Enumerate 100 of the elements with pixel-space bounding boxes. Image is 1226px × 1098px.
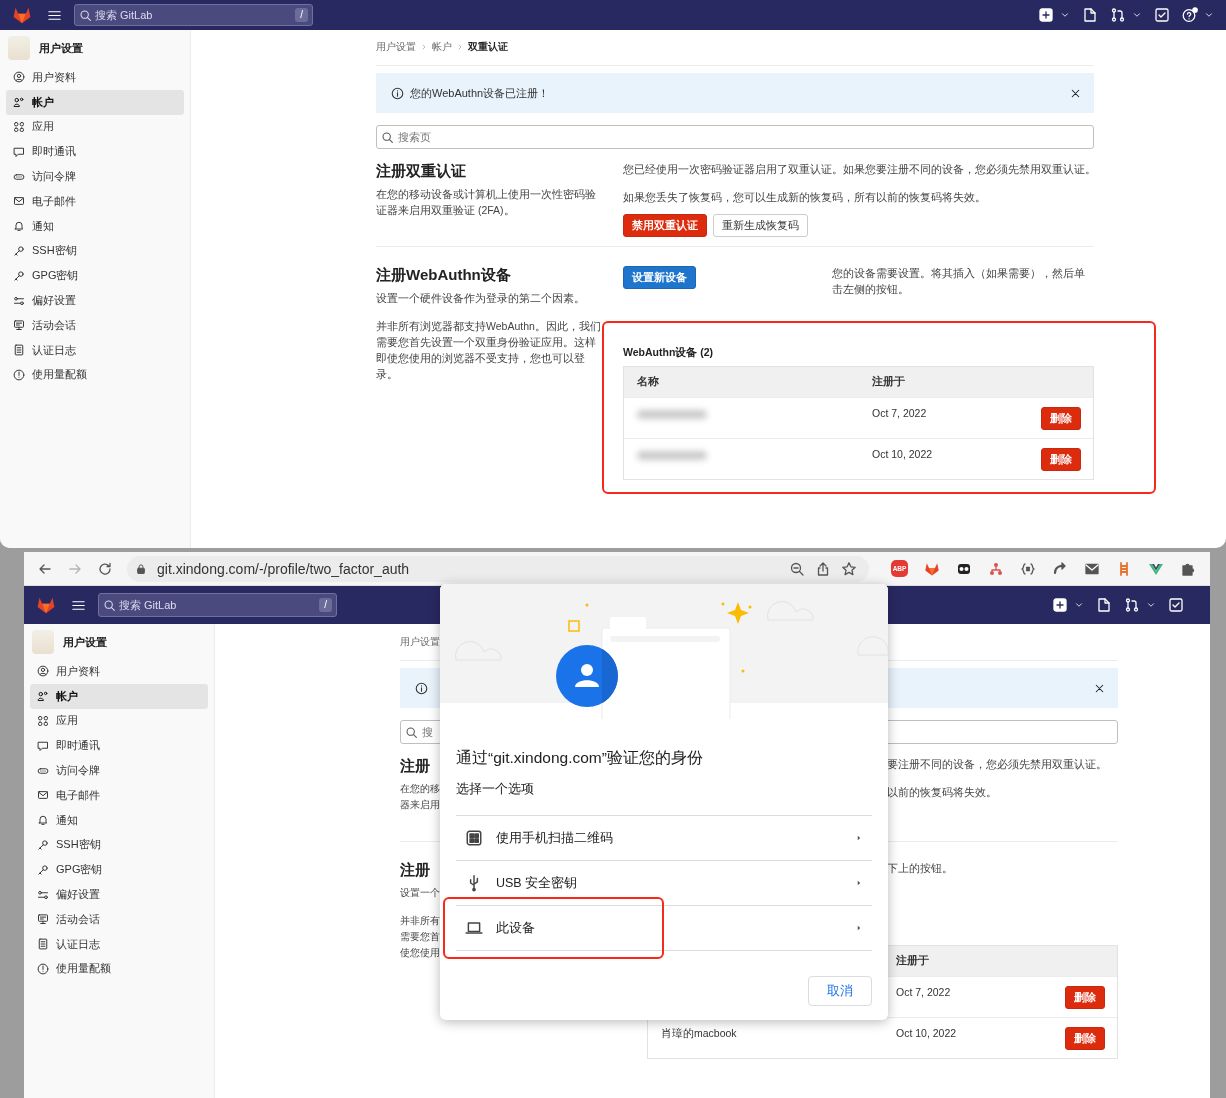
sidebar-item[interactable]: 使用量配额 bbox=[30, 956, 208, 982]
sidebar-item[interactable]: 活动会话 bbox=[30, 906, 208, 932]
setup-device-button[interactable]: 设置新设备 bbox=[623, 266, 696, 289]
laptop-icon bbox=[465, 919, 483, 937]
key-icon bbox=[37, 863, 49, 876]
sidebar-item[interactable]: 帐户 bbox=[6, 89, 184, 115]
sidebar-item[interactable]: 偏好设置 bbox=[30, 882, 208, 907]
disable-button[interactable]: 禁用双重认证 bbox=[623, 214, 707, 237]
option-item[interactable]: 此设备 bbox=[456, 906, 872, 951]
search-icon bbox=[79, 8, 92, 22]
fox-logo[interactable] bbox=[36, 595, 56, 615]
breadcrumb-link[interactable]: 双重认证 bbox=[468, 40, 508, 54]
sidebar-item[interactable]: 通知 bbox=[30, 807, 208, 833]
delete-button[interactable]: 删除 bbox=[1065, 1027, 1105, 1050]
sidebar-item[interactable]: 电子邮件 bbox=[6, 189, 184, 214]
sidebar-item[interactable]: 访问令牌 bbox=[30, 758, 208, 783]
option-item[interactable]: 使用手机扫描二维码 bbox=[456, 816, 872, 861]
log-icon bbox=[37, 938, 49, 951]
info-icon bbox=[415, 681, 428, 695]
document-icon[interactable] bbox=[1096, 597, 1112, 613]
people-icon bbox=[13, 96, 25, 109]
column-header: 名称 bbox=[636, 375, 660, 389]
sidebar-item[interactable]: 用户资料 bbox=[6, 65, 184, 90]
delete-button[interactable]: 删除 bbox=[1065, 986, 1105, 1009]
plus-square-icon[interactable] bbox=[1052, 597, 1068, 613]
sidebar-item[interactable]: 应用 bbox=[30, 708, 208, 734]
avatar bbox=[8, 36, 30, 60]
checkbox-icon[interactable] bbox=[1154, 7, 1170, 23]
section-title: 注册 bbox=[400, 756, 431, 776]
breadcrumb-link[interactable]: 用户设置 bbox=[400, 635, 440, 649]
sidebar-item[interactable]: 电子邮件 bbox=[30, 783, 208, 808]
sidebar-item[interactable]: 通知 bbox=[6, 213, 184, 239]
star-icon[interactable] bbox=[841, 560, 857, 577]
sidebar-item[interactable]: SSH密钥 bbox=[6, 238, 184, 264]
lock-icon bbox=[135, 562, 147, 575]
sidebar-item[interactable]: 认证日志 bbox=[30, 931, 208, 957]
sidebar-item[interactable]: GPG密钥 bbox=[30, 857, 208, 883]
key-icon bbox=[13, 269, 25, 282]
sidebar-item[interactable]: 偏好设置 bbox=[6, 288, 184, 313]
cancel-button[interactable]: 取消 bbox=[808, 976, 872, 1006]
chevron-down-icon[interactable] bbox=[1060, 10, 1070, 20]
info-text: 要注册不同的设备，您必须先禁用双重认证。 bbox=[887, 757, 1108, 772]
monitor-icon bbox=[13, 319, 25, 332]
grid-icon bbox=[13, 121, 25, 133]
delete-button[interactable]: 删除 bbox=[1041, 407, 1081, 430]
chevron-down-icon[interactable] bbox=[1146, 600, 1156, 610]
curved-arrow-icon[interactable] bbox=[1052, 560, 1068, 577]
breadcrumb-link[interactable]: 帐户 bbox=[432, 40, 452, 54]
info-icon bbox=[391, 86, 404, 100]
tree-icon[interactable] bbox=[988, 560, 1004, 577]
search-field[interactable]: 搜索页 bbox=[376, 125, 1094, 149]
shortcut-key: / bbox=[319, 598, 332, 612]
sliders-icon bbox=[13, 294, 25, 307]
hint-text: 下上的按钮。 bbox=[887, 861, 954, 876]
sidebar-item[interactable]: 活动会话 bbox=[6, 312, 184, 338]
chevron-right-icon bbox=[456, 43, 464, 51]
sidebar-item[interactable]: 即时通讯 bbox=[30, 733, 208, 759]
option-item[interactable]: USB 安全密钥 bbox=[456, 861, 872, 906]
chevron-down-icon[interactable] bbox=[1204, 10, 1214, 20]
checkbox-icon[interactable] bbox=[1168, 597, 1184, 613]
document-icon[interactable] bbox=[1082, 7, 1098, 23]
info-text: 以前的恢复码将失效。 bbox=[887, 785, 998, 800]
sidebar-item[interactable]: 即时通讯 bbox=[6, 139, 184, 165]
sidebar-item[interactable]: 使用量配额 bbox=[6, 362, 184, 388]
hint-text: 您的设备需要设置。将其插入（如果需要），然后单击左侧的按钮。 bbox=[832, 266, 1086, 297]
sidebar-item[interactable]: 用户资料 bbox=[30, 659, 208, 684]
sidebar-item[interactable]: 访问令牌 bbox=[6, 164, 184, 189]
avatar bbox=[32, 630, 54, 654]
key-icon bbox=[37, 838, 49, 851]
share-icon[interactable] bbox=[815, 560, 831, 577]
sidebar-item[interactable]: SSH密钥 bbox=[30, 832, 208, 858]
section-title: 注册WebAuthn设备 bbox=[376, 265, 512, 285]
breadcrumb-link[interactable]: 用户设置 bbox=[376, 40, 416, 54]
merge-icon[interactable] bbox=[1110, 7, 1126, 23]
zoom-out-icon[interactable] bbox=[789, 560, 805, 577]
section-description: 并非所有 bbox=[400, 914, 439, 928]
alert-message: 您的WebAuthn设备已注册！ bbox=[410, 85, 550, 101]
sidebar-item[interactable]: GPG密钥 bbox=[6, 263, 184, 289]
section-description: 并非所有浏览器都支持WebAuthn。因此，我们需要您首先设置一个双重身份验证应用。这样即使您使用的浏览器不受支持，您也可以登录。 bbox=[376, 319, 601, 382]
grid-icon bbox=[37, 715, 49, 727]
reload-icon[interactable] bbox=[97, 560, 113, 577]
fox-logo[interactable] bbox=[12, 5, 32, 25]
merge-icon[interactable] bbox=[1124, 597, 1140, 613]
help-icon[interactable] bbox=[1182, 7, 1198, 23]
people-icon bbox=[37, 690, 49, 703]
chevron-down-icon[interactable] bbox=[1132, 10, 1142, 20]
alert-circle-icon bbox=[13, 368, 25, 381]
delete-button[interactable]: 删除 bbox=[1041, 448, 1081, 471]
address-bar[interactable]: git.xindong.com/-/profile/two_factor_auth bbox=[127, 555, 869, 582]
column-header: 注册于 bbox=[871, 375, 906, 389]
sidebar-item[interactable]: 帐户 bbox=[30, 683, 208, 709]
plus-square-icon[interactable] bbox=[1038, 7, 1054, 23]
section-description: 器来启用 bbox=[400, 798, 439, 812]
dialog-subtitle: 选择一个选项 bbox=[456, 781, 535, 798]
search-icon bbox=[405, 725, 418, 739]
sidebar-item[interactable]: 应用 bbox=[6, 114, 184, 140]
dialog-title: 通过“git.xindong.com”验证您的身份 bbox=[456, 748, 704, 768]
chevron-down-icon[interactable] bbox=[1074, 600, 1084, 610]
regenerate-button[interactable]: 重新生成恢复码 bbox=[713, 214, 808, 237]
sidebar-item[interactable]: 认证日志 bbox=[6, 337, 184, 363]
